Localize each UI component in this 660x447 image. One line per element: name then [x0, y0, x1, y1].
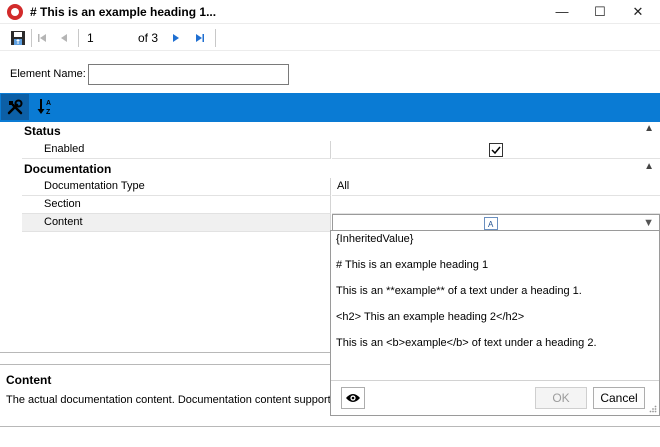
- editor-line: This is an <b>example</b> of text under …: [336, 337, 597, 349]
- element-name-row: Element Name:: [0, 52, 660, 92]
- property-name: Section: [44, 198, 81, 210]
- content-editor-popup[interactable]: {InheritedValue} # This is an example he…: [330, 230, 660, 416]
- toolbar-separator: [78, 29, 79, 47]
- element-name-label: Element Name:: [10, 68, 86, 80]
- alphabetical-sort-button[interactable]: A Z: [31, 94, 59, 120]
- category-title: Status: [24, 124, 61, 138]
- resize-grip-icon[interactable]: [649, 405, 657, 413]
- property-grid: Status ▲ Enabled Documentation ▲ Documen…: [0, 122, 660, 232]
- page-number-input[interactable]: 1: [84, 28, 132, 48]
- description-text: The actual documentation content. Docume…: [6, 394, 336, 406]
- svg-text:A: A: [488, 220, 494, 229]
- property-row-documentation-type[interactable]: Documentation Type All: [0, 178, 660, 196]
- svg-text:A: A: [46, 100, 51, 107]
- category-title: Documentation: [24, 162, 112, 176]
- ok-button[interactable]: OK: [535, 387, 587, 409]
- divider: [0, 426, 660, 427]
- page-count-label: of 3: [138, 31, 159, 45]
- toolbar-separator: [215, 29, 216, 47]
- dropdown-arrow-icon[interactable]: ▼: [643, 217, 654, 229]
- property-value: All: [337, 180, 350, 192]
- title-bar: # This is an example heading 1... — ☐ ✕: [0, 0, 660, 24]
- eye-icon: [346, 394, 360, 402]
- property-row-section[interactable]: Section: [0, 196, 660, 214]
- editor-line: {InheritedValue}: [336, 233, 414, 245]
- minimize-button[interactable]: —: [544, 0, 580, 24]
- first-page-icon[interactable]: [34, 30, 50, 46]
- category-documentation[interactable]: Documentation ▲: [0, 160, 660, 178]
- collapse-icon[interactable]: ▲: [644, 123, 654, 134]
- property-name: Enabled: [44, 143, 85, 155]
- enabled-checkbox[interactable]: [489, 143, 503, 157]
- editor-line: This is an **example** of a text under a…: [336, 285, 582, 297]
- property-row-enabled[interactable]: Enabled: [0, 141, 660, 159]
- close-button[interactable]: ✕: [620, 0, 656, 24]
- editor-line: # This is an example heading 1: [336, 259, 489, 271]
- preview-button[interactable]: [341, 387, 365, 409]
- window-title: # This is an example heading 1...: [30, 5, 217, 19]
- last-page-icon[interactable]: [192, 30, 208, 46]
- tools-icon: [7, 99, 23, 115]
- text-editor-icon[interactable]: A: [484, 217, 498, 230]
- property-grid-toolbar: A Z: [0, 93, 660, 122]
- categorized-view-button[interactable]: [1, 94, 29, 120]
- save-icon[interactable]: [10, 30, 26, 46]
- description-title: Content: [6, 373, 52, 387]
- checkmark-icon: [491, 146, 501, 155]
- collapse-icon[interactable]: ▲: [644, 161, 654, 172]
- cancel-button[interactable]: Cancel: [593, 387, 645, 409]
- toolbar-separator: [31, 29, 32, 47]
- svg-text:Z: Z: [46, 109, 51, 116]
- element-name-input[interactable]: [88, 64, 289, 85]
- app-logo-icon: [7, 4, 23, 20]
- editor-line: <h2> This an example heading 2</h2>: [336, 311, 525, 323]
- maximize-button[interactable]: ☐: [582, 0, 618, 24]
- category-status[interactable]: Status ▲: [0, 122, 660, 140]
- previous-page-icon[interactable]: [56, 30, 72, 46]
- navigation-toolbar: 1 of 3: [0, 25, 660, 51]
- next-page-icon[interactable]: [168, 30, 184, 46]
- divider: [331, 380, 659, 381]
- property-name: Content: [44, 216, 83, 228]
- sort-az-icon: A Z: [37, 99, 51, 116]
- property-name: Documentation Type: [44, 180, 145, 192]
